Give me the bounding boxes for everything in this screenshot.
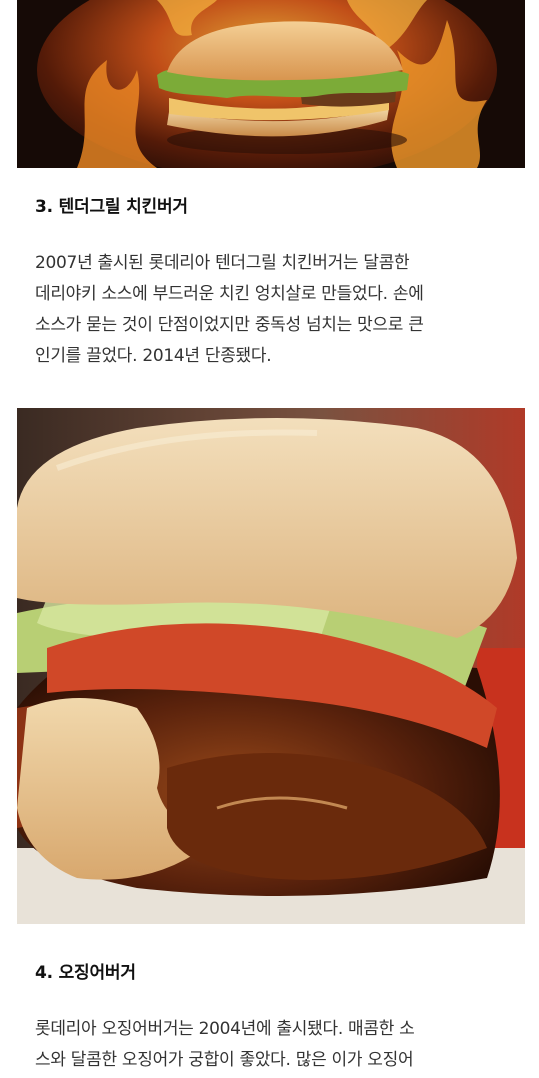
section-paragraph-squid-burger: 롯데리아 오징어버거는 2004년에 출시됐다. 매콤한 소 스와 달콤한 오징…	[35, 1014, 505, 1076]
section-heading-tender-grill: 3. 텐더그릴 치킨버거	[35, 197, 188, 217]
paragraph-line: 2007년 출시된 롯데리아 텐더그릴 치킨버거는 달콤한	[35, 253, 410, 273]
paragraph-line: 소스가 묻는 것이 단점이었지만 중독성 넘치는 맛으로 큰	[35, 315, 424, 335]
paragraph-line: 스와 달콤한 오징어가 궁합이 좋았다. 많은 이가 오징어	[35, 1050, 414, 1070]
burger-photo-closeup	[17, 408, 525, 924]
section-paragraph-tender-grill: 2007년 출시된 롯데리아 텐더그릴 치킨버거는 달콤한 데리야키 소스에 부…	[35, 248, 505, 372]
paragraph-line: 인기를 끌었다. 2014년 단종됐다.	[35, 346, 272, 366]
section-heading-squid-burger: 4. 오징어버거	[35, 963, 136, 983]
burger-photo-closeup-image	[17, 408, 525, 924]
burger-photo-flames	[17, 0, 525, 168]
paragraph-line: 데리야키 소스에 부드러운 치킨 엉치살로 만들었다. 손에	[35, 284, 424, 304]
burger-photo-flames-image	[17, 0, 525, 168]
paragraph-line: 롯데리아 오징어버거는 2004년에 출시됐다. 매콤한 소	[35, 1019, 415, 1039]
